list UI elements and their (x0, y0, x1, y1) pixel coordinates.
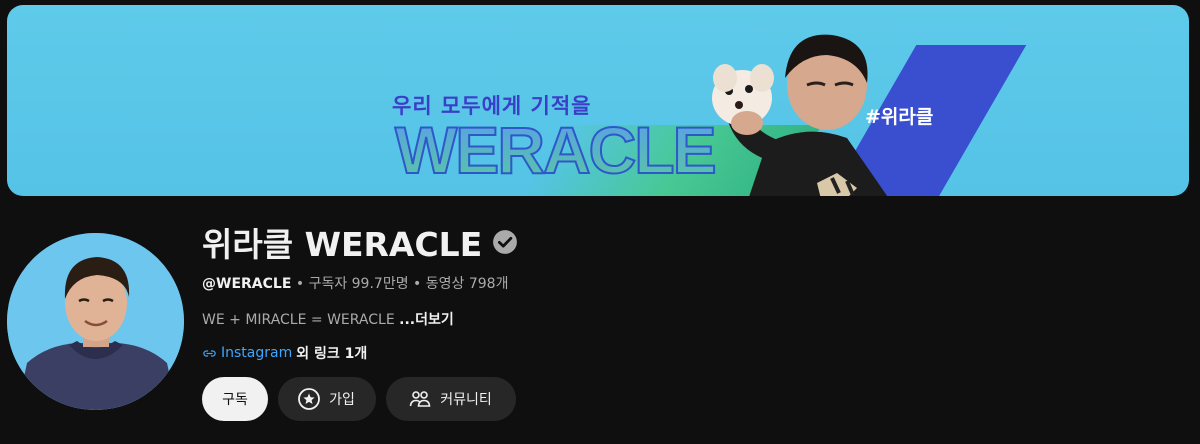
channel-actions: 구독 가입 커뮤니티 (202, 377, 516, 421)
subscriber-count: 구독자 99.7만명 (308, 276, 409, 292)
other-links[interactable]: 외 링크 1개 (296, 343, 367, 363)
channel-links: Instagram 외 링크 1개 (202, 343, 367, 363)
channel-banner: 우리 모두에게 기적을 WERACLE #위라클 (7, 5, 1189, 196)
channel-page: 우리 모두에게 기적을 WERACLE #위라클 위라클 WERACLE @WE… (0, 0, 1200, 444)
join-label: 가입 (329, 392, 355, 408)
video-count: 동영상 798개 (425, 276, 509, 292)
community-label: 커뮤니티 (440, 392, 492, 408)
people-icon (409, 391, 431, 407)
more-link[interactable]: ...더보기 (399, 312, 454, 328)
instagram-link[interactable]: Instagram (221, 345, 292, 361)
subscribe-label: 구독 (222, 392, 248, 408)
link-icon (203, 349, 216, 357)
channel-title-row: 위라클 WERACLE (202, 218, 518, 266)
join-button[interactable]: 가입 (278, 377, 376, 421)
channel-description-row: WE + MIRACLE = WERACLE ...더보기 (202, 309, 454, 329)
channel-meta: @WERACLE • 구독자 99.7만명 • 동영상 798개 (202, 273, 508, 293)
verified-check-icon (493, 230, 518, 254)
subscribe-button[interactable]: 구독 (202, 377, 268, 421)
banner-wordmark: WERACLE (394, 113, 718, 187)
channel-description: WE + MIRACLE = WERACLE (202, 312, 395, 328)
meta-separator: • (413, 276, 422, 292)
channel-name: 위라클 WERACLE (202, 225, 483, 264)
channel-avatar[interactable] (7, 233, 184, 410)
avatar-image (7, 233, 184, 410)
meta-separator: • (295, 276, 305, 292)
channel-handle: @WERACLE (202, 276, 292, 292)
banner-hashtag: #위라클 (865, 106, 934, 128)
star-badge-icon (298, 388, 321, 410)
community-button[interactable]: 커뮤니티 (386, 377, 516, 421)
